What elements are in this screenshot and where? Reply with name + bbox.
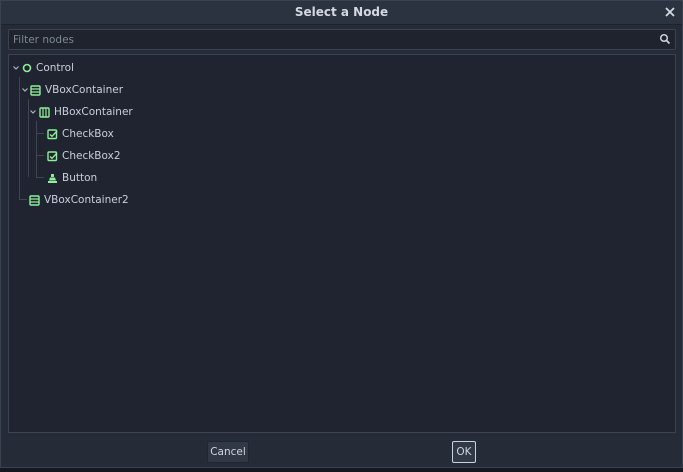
filter-nodes-input[interactable] bbox=[9, 30, 649, 49]
tree-item-label: VBoxContainer2 bbox=[44, 194, 129, 206]
tree-guide-line bbox=[36, 133, 44, 134]
close-icon[interactable] bbox=[662, 4, 678, 20]
dialog-title: Select a Node bbox=[294, 5, 389, 19]
chevron-down-icon[interactable] bbox=[21, 86, 29, 94]
tree-item-label: CheckBox2 bbox=[62, 150, 121, 162]
tree-item-label: Control bbox=[36, 62, 74, 74]
tree-item-hboxcontainer[interactable]: HBoxContainer bbox=[29, 102, 133, 122]
tree-item-checkbox2[interactable]: CheckBox2 bbox=[47, 146, 121, 166]
control-circle-icon bbox=[22, 63, 32, 73]
vbox-container-icon bbox=[30, 84, 41, 96]
tree-guide-line bbox=[19, 199, 27, 200]
tree-guide-line bbox=[36, 155, 44, 156]
tree-guide-line bbox=[36, 121, 37, 177]
filter-nodes-field[interactable] bbox=[8, 29, 676, 50]
select-node-dialog: Select a Node Control VBoxContainer bbox=[0, 0, 683, 468]
tree-item-checkbox[interactable]: CheckBox bbox=[47, 124, 114, 144]
chevron-down-icon[interactable] bbox=[29, 108, 37, 116]
tree-item-button[interactable]: Button bbox=[47, 168, 97, 188]
tree-guide-line bbox=[36, 177, 44, 178]
tree-guide-line bbox=[19, 77, 20, 199]
tree-item-label: CheckBox bbox=[62, 128, 114, 140]
checkbox-icon bbox=[47, 150, 58, 161]
button-icon bbox=[48, 173, 57, 183]
node-tree[interactable]: Control VBoxContainer HBoxContainer Chec… bbox=[8, 54, 676, 433]
hbox-container-icon bbox=[39, 106, 50, 118]
tree-item-label: HBoxContainer bbox=[54, 106, 133, 118]
tree-item-control[interactable]: Control bbox=[12, 58, 74, 78]
tree-item-vboxcontainer2[interactable]: VBoxContainer2 bbox=[29, 190, 129, 210]
background-strip bbox=[0, 468, 683, 472]
cancel-button[interactable]: Cancel bbox=[207, 441, 249, 463]
checkbox-icon bbox=[47, 128, 58, 139]
vbox-container-icon bbox=[29, 194, 40, 206]
search-icon bbox=[659, 33, 671, 45]
ok-button[interactable]: OK bbox=[452, 441, 476, 463]
tree-item-label: VBoxContainer bbox=[45, 84, 124, 96]
tree-item-label: Button bbox=[62, 172, 98, 184]
title-bar: Select a Node bbox=[1, 1, 682, 25]
chevron-down-icon[interactable] bbox=[12, 64, 20, 72]
tree-item-vboxcontainer[interactable]: VBoxContainer bbox=[21, 80, 123, 100]
